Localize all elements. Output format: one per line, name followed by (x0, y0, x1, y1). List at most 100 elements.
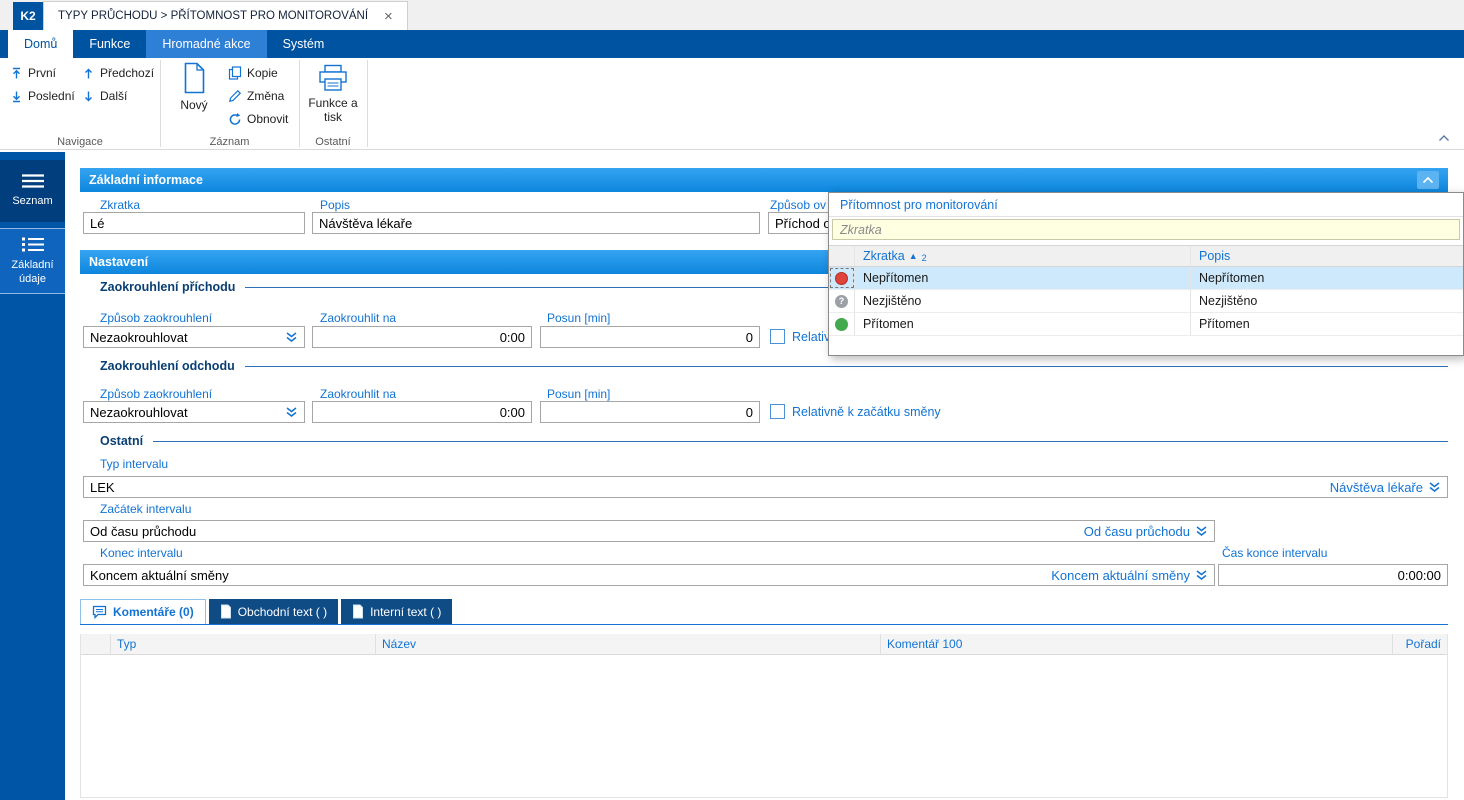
relative-checkbox-label: Relativně k začátku směny (792, 405, 941, 419)
next-record-button[interactable]: Další (82, 89, 127, 103)
status-cell (829, 313, 855, 335)
zacatek-intervalu-link[interactable]: Od času průchodu (1084, 524, 1190, 539)
zacatek-intervalu-label: Začátek intervalu (100, 502, 192, 516)
way-label: Způsob zaokrouhlení (100, 387, 213, 401)
subsection-zaokrouhleni-odchodu: Zaokrouhlení odchodu (100, 359, 1448, 373)
popup-search-input[interactable] (832, 219, 1460, 240)
typ-intervalu-label: Typ intervalu (100, 457, 169, 471)
dropdown-chevrons-icon[interactable] (285, 406, 298, 418)
ribbon-tab-hromadne-akce[interactable]: Hromadné akce (146, 30, 267, 58)
ribbon-tab-system[interactable]: Systém (267, 30, 341, 58)
arrow-down-icon (85, 91, 92, 101)
popup-column-zkratka[interactable]: Zkratka ▲ 2 (855, 246, 1191, 266)
arrow-up-icon (85, 68, 92, 78)
dropdown-chevrons-icon (1196, 525, 1207, 536)
way-label: Způsob zaokrouhlení (100, 311, 213, 325)
copy-record-button[interactable]: Kopie (228, 66, 278, 80)
column-header-poradi[interactable]: Pořadí (1393, 634, 1447, 654)
presence-row-pritomen[interactable]: Přítomen Přítomen (829, 313, 1463, 336)
column-header-nazev[interactable]: Název (376, 634, 881, 654)
popup-column-popis[interactable]: Popis (1191, 246, 1463, 266)
ribbon-tab-domu[interactable]: Domů (8, 30, 74, 58)
konec-intervalu-combo[interactable]: Koncem aktuální směny Koncem aktuální sm… (83, 564, 1215, 586)
functions-print-button[interactable]: Funkce a tisk (306, 64, 360, 124)
column-header-komentar[interactable]: Komentář 100 (881, 634, 1393, 654)
status-cell (829, 267, 855, 289)
main-content: Základní informace Zkratka Lé Popis Návš… (65, 152, 1464, 800)
typ-intervalu-link[interactable]: Návštěva lékaře (1330, 480, 1423, 495)
rounding-way-combo[interactable]: Nezaokrouhlovat (83, 401, 305, 423)
roundto-label: Zaokrouhlit na (320, 387, 397, 401)
dropdown-chevrons-icon (1196, 569, 1207, 580)
popup-title: Přítomnost pro monitorování (829, 193, 1463, 217)
document-tab[interactable]: TYPY PRŮCHODU > PŘÍTOMNOST PRO MONITOROV… (43, 1, 408, 30)
first-record-button[interactable]: První (10, 66, 56, 80)
group-divider (160, 60, 161, 147)
ribbon-collapse-button[interactable] (1438, 134, 1450, 142)
tab-obchodni-text[interactable]: Obchodní text ( ) (208, 599, 339, 624)
column-header-typ[interactable]: Typ (111, 634, 376, 654)
roundto-input[interactable]: 0:00 (312, 326, 532, 348)
sidebar-item-zakladni-udaje[interactable]: Základní údaje (0, 228, 65, 294)
printer-icon (319, 64, 347, 91)
popis-label: Popis (320, 198, 351, 212)
copy-icon (228, 66, 242, 80)
konec-intervalu-link[interactable]: Koncem aktuální směny (1051, 568, 1190, 583)
new-document-icon (184, 62, 205, 94)
group-label-navigace: Navigace (57, 136, 103, 148)
refresh-icon (229, 113, 241, 125)
refresh-record-button[interactable]: Obnovit (228, 112, 288, 126)
presence-row-nezjisteno[interactable]: ? Nezjištěno Nezjištěno (829, 290, 1463, 313)
chevron-up-icon (1439, 135, 1449, 141)
close-icon[interactable]: × (384, 9, 393, 24)
tab-interni-text[interactable]: Interní text ( ) (341, 599, 453, 624)
cas-konce-input[interactable]: 0:00:00 (1218, 564, 1448, 586)
comments-table-header: Typ Název Komentář 100 Pořadí (81, 634, 1447, 655)
zacatek-intervalu-combo[interactable]: Od času průchodu Od času průchodu (83, 520, 1215, 542)
ribbon-body: První Poslední Předchozí Další Nový Kopi… (0, 58, 1464, 150)
roundto-input[interactable]: 0:00 (312, 401, 532, 423)
app-window: K2 TYPY PRŮCHODU > PŘÍTOMNOST PRO MONITO… (0, 0, 1464, 800)
roundto-label: Zaokrouhlit na (320, 311, 397, 325)
comment-bubble-icon (92, 605, 107, 619)
comments-table[interactable]: Typ Název Komentář 100 Pořadí (80, 634, 1448, 798)
presence-lookup-popup: Přítomnost pro monitorování Zkratka ▲ 2 … (828, 192, 1464, 356)
icon-column-header (81, 634, 111, 654)
shift-input[interactable]: 0 (540, 401, 760, 423)
last-record-button[interactable]: Poslední (10, 89, 75, 103)
tab-komentare[interactable]: Komentáře (0) (80, 599, 206, 624)
sidebar-item-seznam[interactable]: Seznam (0, 160, 65, 222)
sort-index: 2 (921, 253, 927, 263)
ribbon-tab-funkce[interactable]: Funkce (73, 30, 146, 58)
shift-label: Posun [min] (547, 311, 611, 325)
zkratka-input[interactable]: Lé (83, 212, 305, 234)
sort-ascending-icon: ▲ (908, 251, 918, 261)
relative-checkbox[interactable] (770, 404, 785, 419)
document-tab-title: TYPY PRŮCHODU > PŘÍTOMNOST PRO MONITOROV… (58, 10, 369, 22)
shift-label: Posun [min] (547, 387, 611, 401)
popis-input[interactable]: Návštěva lékaře (312, 212, 760, 234)
bottom-tab-strip: Komentáře (0) Obchodní text ( ) Interní … (80, 599, 453, 624)
icon-column-header (829, 246, 855, 266)
popup-table-header: Zkratka ▲ 2 Popis (829, 245, 1463, 267)
arrow-up-bar-icon (13, 67, 20, 78)
group-divider (367, 60, 368, 147)
shift-input[interactable]: 0 (540, 326, 760, 348)
presence-row-nepritomen[interactable]: Nepřítomen Nepřítomen (829, 267, 1463, 290)
relative-checkbox[interactable] (770, 329, 785, 344)
section-header-zakladni-informace: Základní informace (80, 168, 1448, 192)
previous-record-button[interactable]: Předchozí (82, 66, 154, 80)
document-icon (353, 604, 364, 619)
group-label-ostatni: Ostatní (315, 136, 351, 148)
group-label-zaznam: Záznam (209, 136, 250, 148)
dropdown-chevrons-icon[interactable] (285, 331, 298, 343)
section-collapse-button[interactable] (1417, 171, 1439, 189)
status-red-icon (835, 271, 848, 285)
zkratka-label: Zkratka (100, 198, 141, 212)
change-record-button[interactable]: Změna (228, 89, 284, 103)
rounding-way-combo[interactable]: Nezaokrouhlovat (83, 326, 305, 348)
ribbon-tab-strip: Domů Funkce Hromadné akce Systém (0, 30, 1464, 58)
typ-intervalu-combo[interactable]: LEK Návštěva lékaře (83, 476, 1448, 498)
new-record-button[interactable]: Nový (170, 62, 218, 112)
app-logo[interactable]: K2 (13, 2, 43, 30)
